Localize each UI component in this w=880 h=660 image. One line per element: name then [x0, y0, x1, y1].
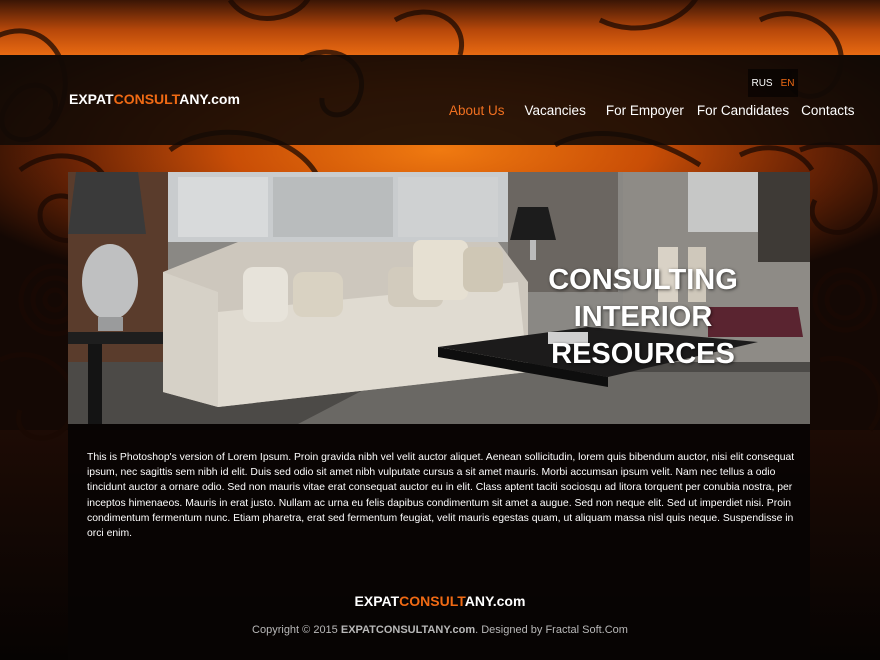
footer-logo[interactable]: EXPATCONSULTANY.com	[0, 593, 880, 609]
site-header: EXPATCONSULTANY.com RUS EN About Us Vaca…	[0, 55, 880, 145]
footer-logo-part-consult: CONSULT	[399, 593, 465, 609]
nav-about-us[interactable]: About Us	[449, 103, 505, 118]
logo-part-consult: CONSULT	[113, 91, 180, 107]
nav-contacts[interactable]: Contacts	[801, 103, 854, 118]
nav-for-candidates[interactable]: For Candidates	[697, 103, 789, 118]
hero-title: CONSULTING INTERIOR RESOURCES	[488, 262, 798, 373]
hero-banner: CONSULTING INTERIOR RESOURCES	[68, 172, 810, 424]
language-switcher: RUS EN	[748, 69, 798, 97]
lang-en[interactable]: EN	[781, 78, 795, 89]
lang-rus[interactable]: RUS	[751, 78, 772, 89]
nav-vacancies[interactable]: Vacancies	[525, 103, 586, 118]
copyright-site[interactable]: EXPATCONSULTANY.com	[341, 624, 475, 636]
footer-logo-part-expat: EXPAT	[354, 593, 400, 609]
logo-part-expat: EXPAT	[69, 91, 114, 107]
copyright-suffix: . Designed by Fractal Soft.Com	[475, 624, 628, 636]
logo-part-any: ANY.com	[179, 91, 240, 107]
copyright-line: Copyright © 2015 EXPATCONSULTANY.com. De…	[0, 624, 880, 636]
about-text: This is Photoshop's version of Lorem Ips…	[87, 452, 795, 540]
hero-title-line1: CONSULTING INTERIOR	[548, 264, 738, 333]
site-logo[interactable]: EXPATCONSULTANY.com	[69, 91, 240, 107]
copyright-prefix: Copyright © 2015	[252, 624, 338, 636]
footer-logo-part-any: ANY.com	[464, 593, 526, 609]
nav-for-employer[interactable]: For Empoyer	[606, 103, 684, 118]
main-nav: About Us Vacancies For Empoyer For Candi…	[449, 103, 854, 118]
hero-title-line2: RESOURCES	[551, 338, 735, 370]
